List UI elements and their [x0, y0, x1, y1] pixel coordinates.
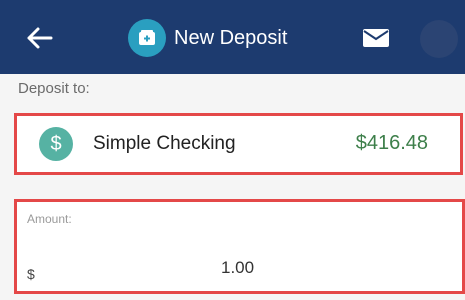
account-name: Simple Checking [93, 133, 236, 154]
app-header: New Deposit [0, 0, 465, 74]
header-title-group: New Deposit [128, 18, 287, 58]
page-title: New Deposit [174, 26, 288, 49]
amount-label: Amount: [27, 212, 72, 226]
back-arrow-icon [27, 27, 53, 49]
amount-field[interactable]: Amount: $ 1.00 [14, 199, 465, 294]
back-button[interactable] [22, 24, 56, 52]
deposit-icon [128, 19, 166, 57]
amount-input[interactable]: 1.00 [221, 258, 254, 278]
dollar-icon: $ [39, 127, 73, 161]
currency-symbol: $ [27, 266, 35, 282]
mail-button[interactable] [360, 24, 392, 52]
mail-icon [363, 29, 389, 47]
deposit-account-selector[interactable]: $ Simple Checking $416.48 [14, 113, 463, 175]
account-balance: $416.48 [355, 132, 428, 154]
deposit-to-label: Deposit to: [18, 80, 90, 97]
avatar[interactable] [420, 20, 458, 58]
